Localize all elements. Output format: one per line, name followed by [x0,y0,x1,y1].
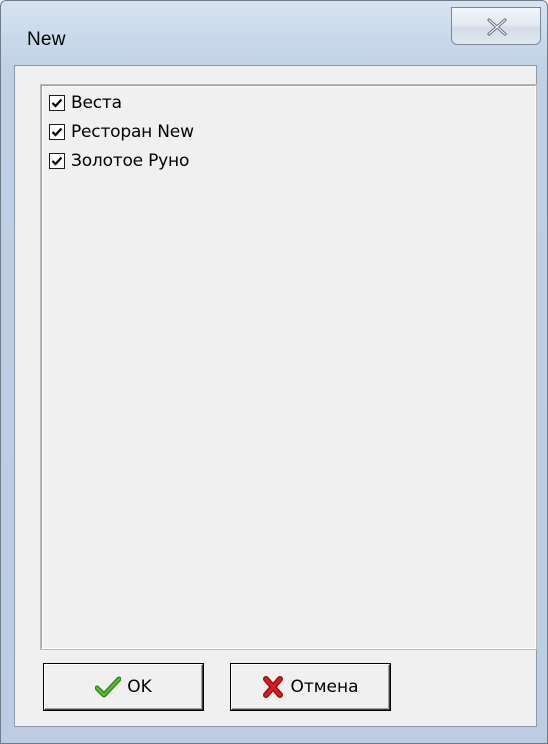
checklist-item[interactable]: Золотое Руно [49,147,189,175]
checkmark-icon [51,127,63,137]
ok-button[interactable]: OK [44,664,203,710]
checkbox[interactable] [49,124,65,140]
checklist-item[interactable]: Ресторан New [49,118,194,146]
checkmark-icon [95,676,122,698]
checklist-item[interactable]: Веста [49,89,122,117]
dialog-window: New Веста Ресторан New Золотое Руно OK О… [0,0,548,744]
checkbox[interactable] [49,95,65,111]
dialog-client-area: Веста Ресторан New Золотое Руно OK Отмен… [14,65,537,727]
checkmark-icon [51,98,63,108]
x-icon [262,676,284,698]
checklist-box[interactable]: Веста Ресторан New Золотое Руно [40,84,537,650]
checklist-item-label: Ресторан New [71,122,194,142]
cancel-button-label: Отмена [290,677,359,697]
checkbox[interactable] [49,153,65,169]
ok-button-label: OK [127,677,152,697]
cancel-button[interactable]: Отмена [231,664,390,710]
close-button[interactable] [451,7,541,45]
window-title: New [27,29,66,50]
checklist-item-label: Золотое Руно [71,151,190,171]
close-icon [487,18,507,36]
checkmark-icon [51,156,63,166]
checklist-item-label: Веста [71,93,122,113]
